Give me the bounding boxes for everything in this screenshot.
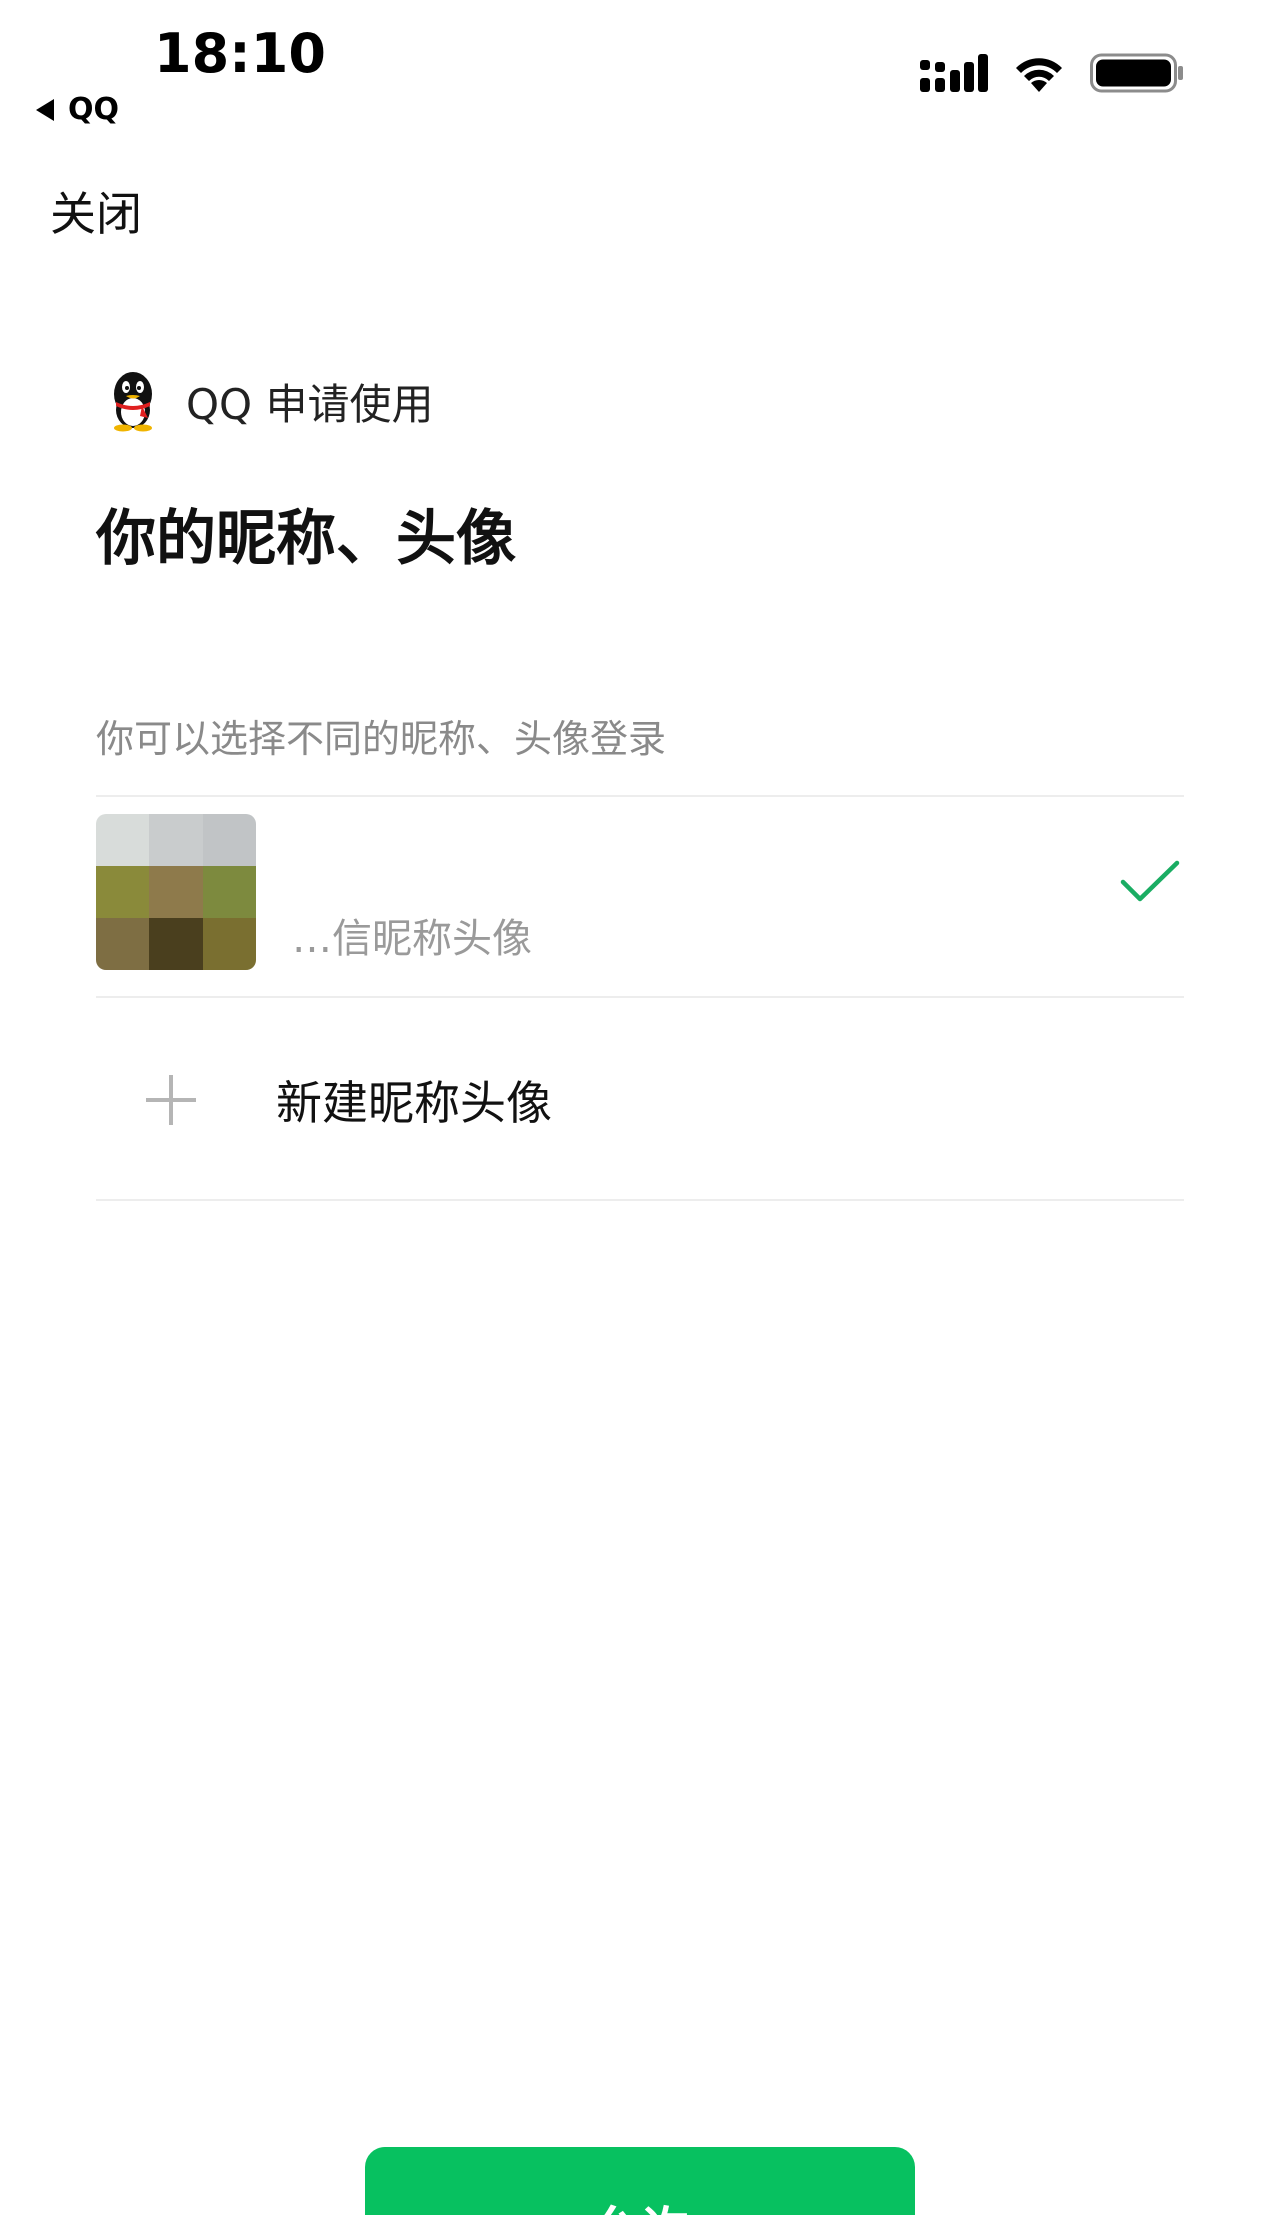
- avatar-pixel: [149, 918, 203, 970]
- selection-hint: 你可以选择不同的昵称、头像登录: [96, 717, 667, 761]
- avatar-pixel: [149, 866, 203, 918]
- avatar-pixel: [202, 866, 256, 918]
- avatar: [96, 814, 256, 970]
- close-button[interactable]: 关闭: [50, 178, 142, 244]
- avatar-pixel: [96, 814, 150, 866]
- new-profile-option[interactable]: 新建昵称头像: [96, 1000, 1184, 1200]
- divider: [96, 795, 1184, 797]
- existing-profile-option[interactable]: …信昵称头像: [96, 814, 1184, 970]
- cellular-signal-icon: [920, 54, 988, 92]
- existing-profile-label: …信昵称头像: [292, 916, 532, 962]
- wifi-icon: [1016, 58, 1062, 92]
- battery-icon: [1090, 53, 1183, 93]
- back-triangle-icon: [36, 98, 54, 121]
- qq-penguin-icon: [114, 372, 152, 432]
- page-title: 你的昵称、头像: [96, 504, 516, 574]
- plus-icon: [134, 1063, 208, 1137]
- back-app-label: QQ: [68, 92, 120, 127]
- divider: [96, 1199, 1184, 1201]
- divider: [96, 996, 1184, 998]
- back-to-app-link[interactable]: QQ: [36, 92, 119, 127]
- check-icon: [1120, 860, 1180, 902]
- status-time: 18:10: [154, 22, 326, 85]
- new-profile-label: 新建昵称头像: [276, 1076, 552, 1130]
- avatar-pixel: [96, 866, 150, 918]
- app-name: QQ 申请使用: [186, 379, 434, 429]
- avatar-pixel: [96, 918, 150, 970]
- authorization-screen: 18:10 QQ 关闭 QQ 申请使用 你的昵称、头像 你可以选择不同的昵称、头…: [0, 0, 1280, 2215]
- avatar-pixel: [202, 814, 256, 866]
- status-icons: [920, 52, 1184, 94]
- avatar-pixel: [202, 918, 256, 970]
- allow-button[interactable]: 允许: [365, 2147, 915, 2215]
- avatar-pixel: [149, 814, 203, 866]
- requesting-app: QQ 申请使用: [104, 370, 433, 432]
